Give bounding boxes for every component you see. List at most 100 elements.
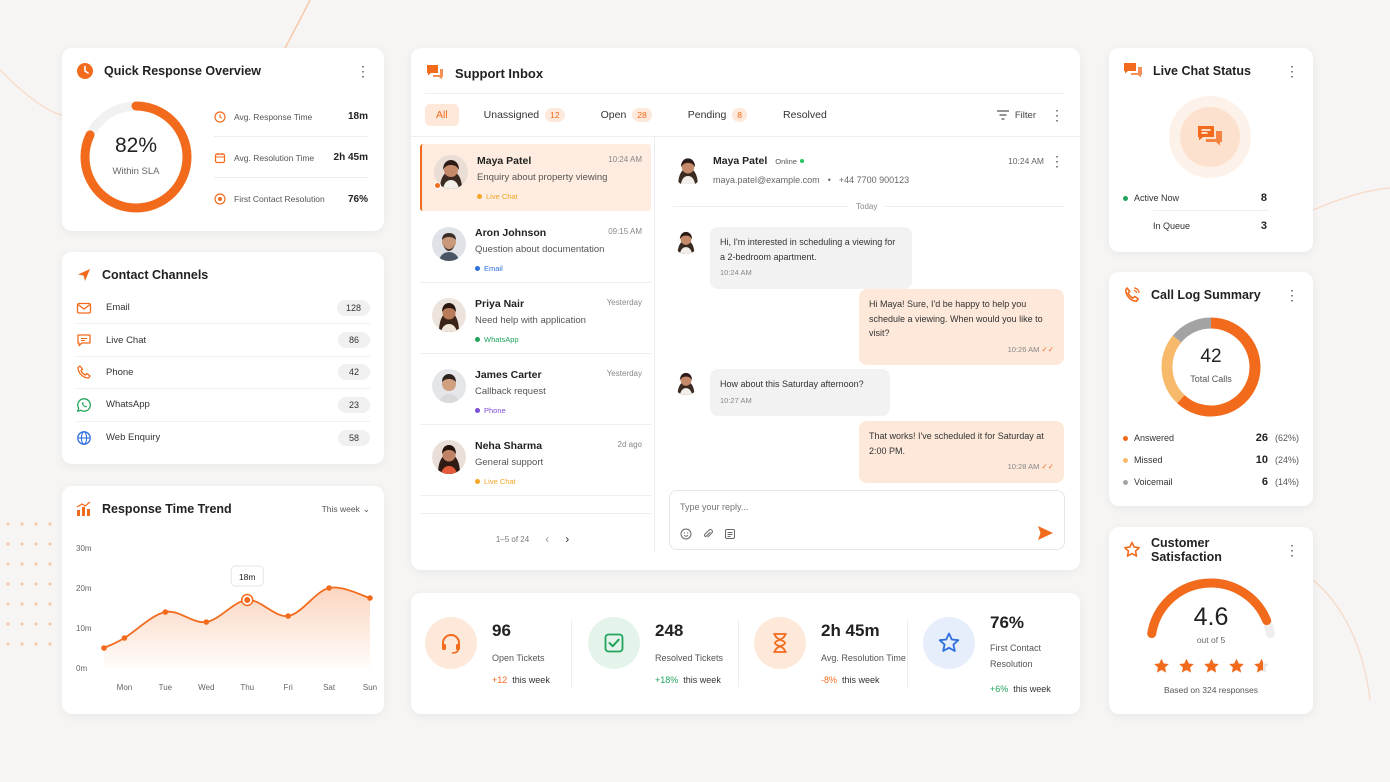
tab-count: 8 — [732, 108, 748, 122]
conversation-time: Yesterday — [606, 369, 642, 378]
conversation-subject: Callback request — [475, 386, 546, 397]
chevron-right-icon[interactable]: › — [565, 532, 569, 546]
inbox-title: Support Inbox — [455, 65, 544, 81]
send-icon[interactable] — [1037, 525, 1054, 541]
template-icon[interactable] — [724, 528, 736, 540]
conversation-subject: Question about documentation — [475, 244, 605, 255]
x-tick-label: Tue — [159, 683, 173, 692]
more-options-icon[interactable]: ⋮ — [1050, 154, 1064, 168]
donut-slice-voicemail[interactable] — [1172, 317, 1212, 343]
hourglass-icon — [754, 617, 806, 669]
tab-all[interactable]: All — [425, 104, 459, 126]
channel-item-web-enquiry[interactable]: Web Enquiry 58 — [76, 422, 370, 454]
message-bubble-incoming: How about this Saturday afternoon? 10:27… — [710, 369, 890, 416]
more-options-icon[interactable]: ⋮ — [356, 64, 370, 78]
delta-value: +18% — [655, 675, 679, 685]
globe-icon — [76, 430, 92, 446]
tab-open[interactable]: Open 28 — [590, 104, 663, 126]
conversation-item[interactable]: Aron Johnson 09:15 AM Question about doc… — [420, 216, 651, 283]
tab-resolved[interactable]: Resolved — [772, 104, 838, 126]
conversation-channel: Live Chat — [477, 192, 518, 201]
legend-label: Voicemail — [1134, 477, 1173, 487]
conversation-item[interactable]: Priya Nair Yesterday Need help with appl… — [420, 287, 651, 354]
star-rating — [1145, 658, 1277, 674]
check-square-icon — [588, 617, 640, 669]
stat-open-tickets: 96 Open Tickets +12 this week — [425, 613, 575, 689]
filter-icon — [996, 110, 1009, 120]
trend-point[interactable] — [285, 613, 291, 619]
conversation-time: Yesterday — [606, 298, 642, 307]
chevron-down-icon: ⌄ — [362, 503, 370, 514]
channel-item-phone[interactable]: Phone 42 — [76, 357, 370, 390]
stat-resolved-tickets: 248 Resolved Tickets +18% this week — [588, 613, 738, 689]
live-chat-status-card: Live Chat Status ⋮ Active Now 8 In Queue… — [1109, 48, 1313, 252]
reply-toolbar — [680, 528, 736, 540]
delta-value: +12 — [492, 675, 508, 685]
contact-channels-title: Contact Channels — [102, 268, 209, 282]
phone-icon — [1123, 286, 1141, 304]
metric-value: 76% — [347, 193, 368, 205]
clock-icon — [214, 110, 226, 123]
legend-dot — [1123, 457, 1128, 463]
message-time: 10:28 AM ✓✓ — [869, 460, 1054, 475]
trend-point[interactable] — [162, 609, 169, 615]
more-options-icon[interactable]: ⋮ — [1050, 108, 1064, 122]
conversation-name: James Carter — [475, 369, 542, 381]
legend-pct: (62%) — [1274, 433, 1299, 443]
chevron-left-icon[interactable]: ‹ — [545, 532, 549, 546]
attachment-icon[interactable] — [702, 528, 714, 540]
channel-dot — [475, 337, 480, 342]
channel-item-whatsapp[interactable]: WhatsApp 23 — [76, 389, 370, 422]
stat-label: Resolved Tickets — [655, 653, 724, 663]
channel-item-email[interactable]: Email 128 — [76, 292, 370, 325]
tab-label: All — [436, 109, 448, 121]
emoji-icon[interactable] — [680, 528, 692, 540]
metric-value: 18m — [347, 111, 368, 122]
channel-item-live-chat[interactable]: Live Chat 86 — [76, 324, 370, 357]
conversation-item[interactable]: Neha Sharma 2d ago General support Live … — [420, 429, 651, 496]
trend-point[interactable] — [121, 635, 128, 641]
call-log-title: Call Log Summary — [1151, 288, 1261, 302]
conversation-item[interactable]: Maya Patel 10:24 AM Enquiry about proper… — [420, 144, 651, 211]
legend-voicemail: Voicemail 6 (14%) — [1123, 476, 1299, 488]
satisfaction-header: Customer Satisfaction ⋮ — [1109, 527, 1313, 573]
trend-header: Response Time Trend This week ⌄ — [62, 486, 384, 532]
more-options-icon[interactable]: ⋮ — [1285, 288, 1299, 302]
row-value: 8 — [1260, 192, 1267, 204]
trend-point[interactable] — [367, 595, 373, 601]
message-time: 10:24 AM — [720, 268, 752, 277]
delta-suffix: this week — [512, 675, 550, 685]
double-check-icon: ✓✓ — [1041, 344, 1054, 354]
chat-contact-details: maya.patel@example.com • +44 7700 900123 — [713, 175, 909, 185]
trend-area — [104, 587, 370, 668]
tab-pending[interactable]: Pending 8 — [677, 104, 758, 126]
filter-button[interactable]: Filter — [996, 110, 1036, 121]
channel-label: Live Chat — [486, 192, 518, 201]
chat-icon — [1180, 107, 1240, 167]
tab-unassigned[interactable]: Unassigned 12 — [473, 104, 576, 126]
more-options-icon[interactable]: ⋮ — [1285, 543, 1299, 557]
conversation-item[interactable]: James Carter Yesterday Callback request … — [420, 358, 651, 425]
chat-bubbles-icon — [1123, 62, 1143, 80]
period-label: This week — [321, 504, 360, 514]
double-check-icon: ✓✓ — [1041, 462, 1054, 471]
trend-point[interactable] — [326, 585, 332, 591]
trend-point[interactable] — [101, 645, 107, 651]
conversation-name: Neha Sharma — [475, 440, 543, 452]
x-tick-label: Mon — [117, 683, 133, 692]
headset-icon — [425, 617, 477, 669]
trend-point[interactable] — [203, 619, 210, 625]
period-dropdown[interactable]: This week ⌄ — [322, 504, 370, 515]
channel-count: 86 — [338, 332, 370, 349]
more-options-icon[interactable]: ⋮ — [1285, 64, 1299, 78]
reply-input[interactable] — [680, 499, 1040, 515]
contact-phone: +44 7700 900123 — [838, 175, 910, 185]
message-time-label: 10:28 AM — [1007, 462, 1040, 471]
stat-delta: +6% this week — [990, 684, 1051, 694]
avatar — [432, 369, 466, 403]
channel-label: Phone — [106, 366, 134, 378]
y-tick-label: 10m — [76, 624, 92, 633]
tab-count: 28 — [632, 108, 652, 122]
live-chat-title: Live Chat Status — [1153, 64, 1251, 78]
whatsapp-icon — [76, 397, 92, 413]
